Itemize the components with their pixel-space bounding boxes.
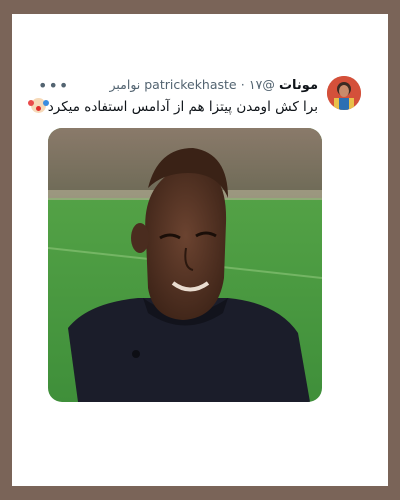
tweet-text: برا کش اومدن پیتزا هم از آدامس استفاده م… bbox=[27, 98, 318, 115]
clown-face-icon bbox=[27, 98, 46, 113]
tweet-header: مونات @patrickekhaste · ۱۷ نوامبر برا کش… bbox=[12, 72, 388, 130]
photo-man-smiling bbox=[48, 128, 322, 402]
tweet-text-body: برا کش اومدن پیتزا هم از آدامس استفاده م… bbox=[47, 99, 318, 115]
avatar[interactable] bbox=[327, 76, 361, 110]
name-line: مونات @patrickekhaste · ۱۷ نوامبر bbox=[109, 77, 318, 93]
more-horizontal-icon[interactable]: ••• bbox=[38, 78, 69, 94]
separator-dot: · bbox=[240, 77, 245, 92]
tweet-card: مونات @patrickekhaste · ۱۷ نوامبر برا کش… bbox=[12, 14, 388, 486]
tweet-media-image[interactable] bbox=[48, 128, 322, 402]
display-name[interactable]: مونات bbox=[279, 78, 318, 93]
